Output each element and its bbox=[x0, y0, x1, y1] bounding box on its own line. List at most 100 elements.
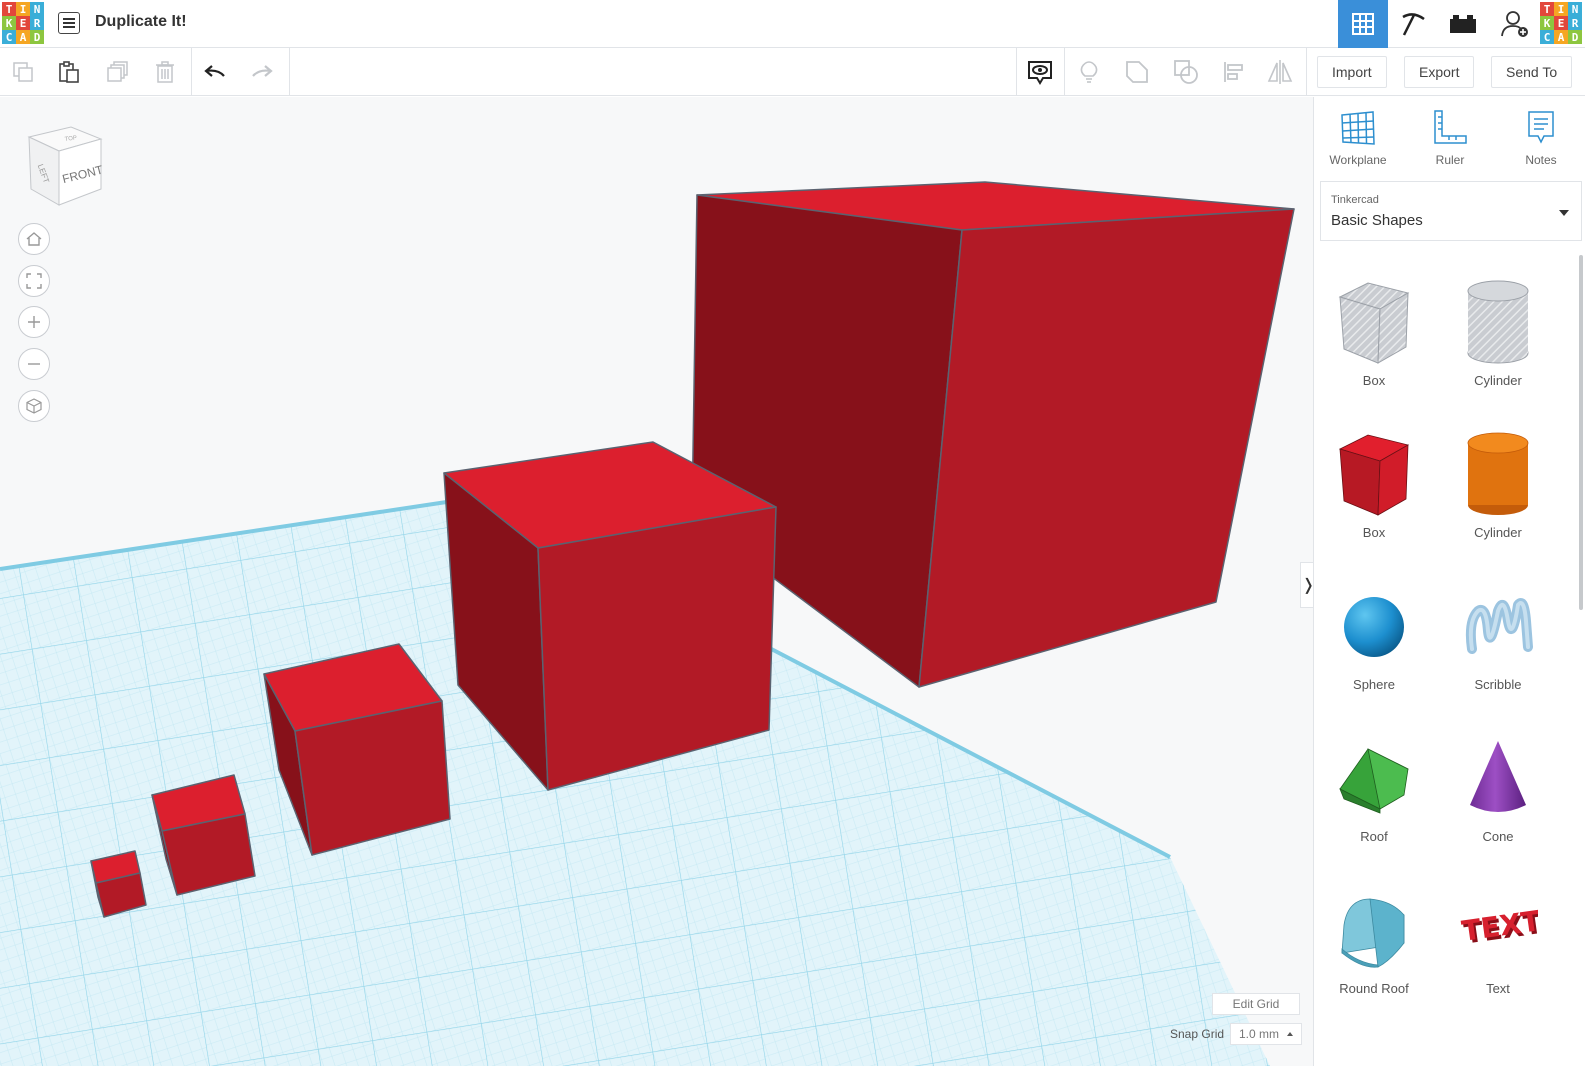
library-provider: Tinkercad bbox=[1331, 194, 1379, 206]
logo-letter: E bbox=[1554, 16, 1568, 30]
export-button[interactable]: Export bbox=[1404, 56, 1475, 88]
scribble-icon bbox=[1465, 598, 1533, 654]
logo-letter: R bbox=[1568, 16, 1582, 30]
bricks-mode-button[interactable] bbox=[1438, 0, 1488, 48]
workplane-tool[interactable]: Workplane bbox=[1318, 109, 1398, 167]
tinkercad-logo-right[interactable]: T I N K E R C A D bbox=[1540, 2, 1582, 44]
notes-icon bbox=[1528, 111, 1554, 144]
duplicate-icon[interactable] bbox=[102, 56, 134, 88]
shape-box[interactable]: Box bbox=[1314, 429, 1434, 540]
logo-letter: R bbox=[30, 16, 44, 30]
shape-scribble[interactable]: Scribble bbox=[1438, 581, 1558, 692]
snap-grid-select[interactable]: 1.0 mm bbox=[1230, 1023, 1302, 1045]
3d-viewport[interactable]: TOP LEFT FRONT Edit Grid Snap Grid 1.0 m… bbox=[0, 97, 1313, 1066]
codeblocks-mode-button[interactable] bbox=[1388, 0, 1438, 48]
shape-label: Roof bbox=[1360, 829, 1388, 844]
fit-view-icon[interactable] bbox=[18, 265, 50, 297]
text-shape-icon: TEXT TEXT bbox=[1460, 904, 1538, 950]
logo-letter: T bbox=[2, 2, 16, 16]
ungroup-icon[interactable] bbox=[1170, 56, 1202, 88]
undo-icon[interactable] bbox=[199, 56, 231, 88]
invite-user-button[interactable] bbox=[1490, 0, 1540, 48]
logo-letter: D bbox=[1568, 30, 1582, 44]
logo-letter: A bbox=[16, 30, 30, 44]
shape-label: Cylinder bbox=[1474, 525, 1522, 540]
zoom-out-icon[interactable] bbox=[18, 348, 50, 380]
shape-library-select[interactable]: Tinkercad Basic Shapes bbox=[1320, 181, 1582, 241]
library-name: Basic Shapes bbox=[1331, 212, 1423, 229]
notes-label: Notes bbox=[1525, 153, 1557, 167]
logo-letter: K bbox=[2, 16, 16, 30]
logo-letter: N bbox=[1568, 2, 1582, 16]
design-title[interactable]: Duplicate It! bbox=[95, 13, 187, 31]
shape-text[interactable]: TEXT TEXT Text bbox=[1438, 885, 1558, 996]
3d-design-mode-button[interactable] bbox=[1338, 0, 1388, 48]
mirror-icon[interactable] bbox=[1264, 56, 1296, 88]
logo-letter: C bbox=[1540, 30, 1554, 44]
add-user-icon bbox=[1501, 11, 1528, 37]
workplane-label: Workplane bbox=[1329, 153, 1387, 167]
cylinder-hole-icon bbox=[1467, 280, 1529, 364]
logo-letter: E bbox=[16, 16, 30, 30]
cube-large[interactable] bbox=[691, 181, 1295, 688]
view-cube[interactable]: TOP LEFT FRONT bbox=[25, 125, 107, 207]
workplane-icon bbox=[1341, 111, 1375, 145]
shape-cone[interactable]: Cone bbox=[1438, 733, 1558, 844]
edit-toolbar: Import Export Send To bbox=[0, 48, 1585, 96]
perspective-icon[interactable] bbox=[18, 390, 50, 422]
edit-grid-button[interactable]: Edit Grid bbox=[1212, 993, 1300, 1015]
send-to-button[interactable]: Send To bbox=[1491, 56, 1573, 88]
shape-label: Box bbox=[1362, 373, 1386, 388]
tinkercad-logo[interactable]: T I N K E R C A D bbox=[2, 2, 44, 44]
logo-letter: C bbox=[2, 30, 16, 44]
shape-cylinder-hole[interactable]: Cylinder bbox=[1438, 277, 1558, 388]
shape-label: Sphere bbox=[1353, 677, 1395, 692]
designs-list-icon[interactable] bbox=[58, 12, 80, 34]
shape-cylinder[interactable]: Cylinder bbox=[1438, 429, 1558, 540]
logo-letter: N bbox=[30, 2, 44, 16]
brick-icon bbox=[1450, 15, 1476, 33]
caret-up-icon bbox=[1287, 1032, 1293, 1036]
redo-icon[interactable] bbox=[246, 56, 278, 88]
box-icon bbox=[1338, 434, 1410, 516]
snap-grid-label: Snap Grid bbox=[1170, 1027, 1225, 1041]
shape-label: Box bbox=[1362, 525, 1386, 540]
logo-letter: I bbox=[1554, 2, 1568, 16]
collapse-panel-button[interactable]: ❭ bbox=[1300, 562, 1313, 608]
logo-letter: I bbox=[16, 2, 30, 16]
lightbulb-icon[interactable] bbox=[1073, 56, 1105, 88]
copy-icon[interactable] bbox=[7, 56, 39, 88]
align-icon[interactable] bbox=[1218, 56, 1250, 88]
top-bar: T I N K E R C A D Duplicate It! T I N K … bbox=[0, 0, 1585, 48]
scene-canvas[interactable] bbox=[0, 97, 1313, 1066]
cylinder-icon bbox=[1467, 432, 1529, 515]
pickaxe-icon bbox=[1402, 13, 1425, 36]
zoom-in-icon[interactable] bbox=[18, 306, 50, 338]
cone-icon bbox=[1470, 741, 1526, 812]
ruler-tool[interactable]: Ruler bbox=[1410, 109, 1490, 167]
shape-label: Scribble bbox=[1474, 677, 1522, 692]
notes-tool[interactable]: Notes bbox=[1501, 109, 1581, 167]
dropdown-arrow-icon bbox=[1559, 210, 1569, 216]
snap-grid-value: 1.0 mm bbox=[1239, 1027, 1280, 1041]
sphere-icon bbox=[1344, 597, 1404, 657]
paste-icon[interactable] bbox=[53, 56, 85, 88]
shape-round-roof[interactable]: Round Roof bbox=[1314, 885, 1434, 996]
import-button[interactable]: Import bbox=[1317, 56, 1387, 88]
home-view-icon[interactable] bbox=[18, 223, 50, 255]
logo-letter: D bbox=[30, 30, 44, 44]
shape-label: Cone bbox=[1482, 829, 1514, 844]
show-hide-icon[interactable] bbox=[1024, 56, 1056, 88]
shape-label: Round Roof bbox=[1339, 981, 1409, 996]
ruler-label: Ruler bbox=[1435, 153, 1465, 167]
shapes-scrollbar[interactable] bbox=[1579, 255, 1583, 610]
shape-box-hole[interactable]: Box bbox=[1314, 277, 1434, 388]
delete-icon[interactable] bbox=[149, 56, 181, 88]
shape-roof[interactable]: Roof bbox=[1314, 733, 1434, 844]
roof-icon bbox=[1339, 748, 1409, 814]
group-icon[interactable] bbox=[1121, 56, 1153, 88]
shape-sphere[interactable]: Sphere bbox=[1314, 581, 1434, 692]
box-hole-icon bbox=[1338, 282, 1410, 364]
grid-icon bbox=[1352, 13, 1374, 35]
logo-letter: T bbox=[1540, 2, 1554, 16]
